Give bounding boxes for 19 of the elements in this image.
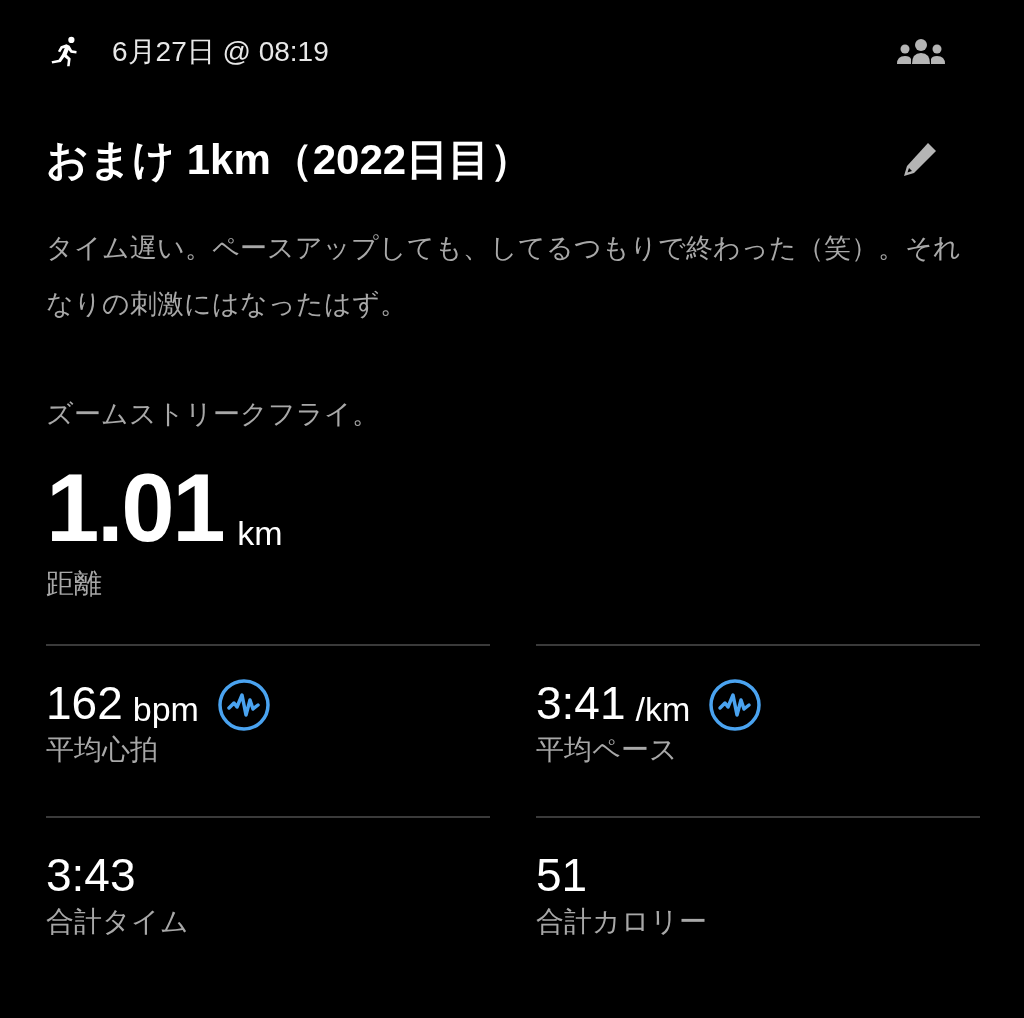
stat-unit: /km: [635, 692, 691, 726]
stat-value: 51: [536, 852, 588, 898]
waveform-icon[interactable]: [708, 678, 763, 732]
stat-label: 合計カロリー: [536, 908, 708, 936]
stat-label: 合計タイム: [46, 908, 190, 936]
activity-title: おまけ 1km（2022日目）: [46, 139, 533, 181]
stat-value: 162: [46, 680, 123, 726]
distance-value: 1.01: [46, 460, 224, 556]
distance-unit: km: [237, 516, 283, 550]
waveform-icon[interactable]: [216, 678, 271, 732]
distance-label: 距離: [46, 570, 103, 598]
stat-value: 3:43: [46, 852, 136, 898]
stat-value: 3:41: [536, 680, 626, 726]
description-text: ズームストリークフライ。: [46, 398, 380, 431]
description-text: タイム遅い。ペースアップしても、してるつもりで終わった（笑）。それなりの刺激にはなったはず。: [46, 232, 962, 321]
stat-unit: bpm: [132, 692, 199, 726]
activity-date: 6月27日 @ 08:19: [112, 35, 329, 69]
stat-label: 平均心拍: [46, 736, 159, 764]
stat-label: 平均ペース: [536, 736, 679, 764]
